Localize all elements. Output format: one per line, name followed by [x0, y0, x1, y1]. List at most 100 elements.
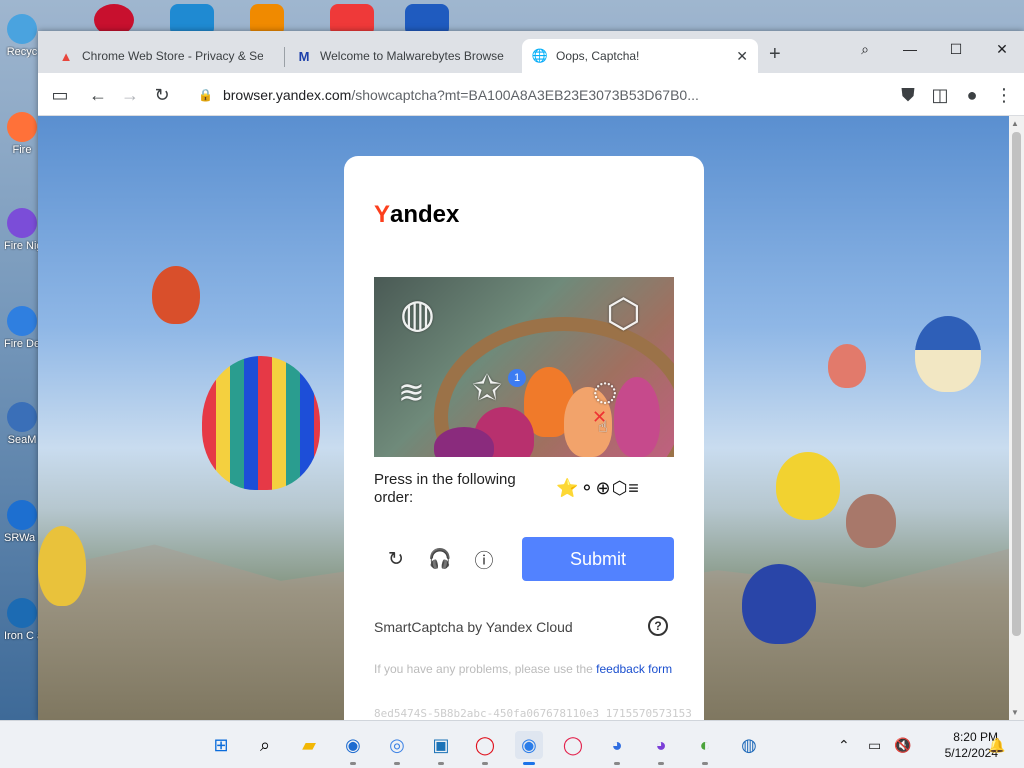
desktop-icon-label: SRWa (64-: [4, 532, 40, 544]
hand-cursor-icon: ☝: [598, 419, 608, 436]
cube-glyph[interactable]: ⬡: [606, 291, 641, 337]
desktop-icon-label: Iron C and B: [4, 630, 40, 642]
search-icon[interactable]: ⌕: [251, 731, 279, 759]
balloon: [846, 494, 896, 548]
desktop-icon[interactable]: Iron C and B: [4, 598, 40, 642]
menu-kebab-icon[interactable]: ⋮: [992, 83, 1016, 107]
balloon: [202, 356, 320, 490]
headphones-icon[interactable]: 🎧: [428, 547, 452, 571]
lock-icon: 🔒: [198, 88, 213, 102]
star-glyph[interactable]: ✩: [472, 367, 502, 409]
browser-window: ▲ Chrome Web Store - Privacy & Secu M We…: [38, 31, 1024, 720]
notification-bell-icon[interactable]: 🔔: [988, 721, 1005, 768]
tab-strip: ▲ Chrome Web Store - Privacy & Secu M We…: [38, 31, 1024, 73]
clock[interactable]: 8:20 PM 5/12/2024: [918, 729, 998, 761]
firefox-nightly-icon[interactable]: ◕: [647, 731, 675, 765]
scroll-down-arrow-icon[interactable]: ▼: [1011, 708, 1019, 717]
chrome-web-store-icon: ▲: [59, 48, 73, 64]
balloon: [776, 452, 840, 520]
yandex-logo: Yandex: [374, 201, 460, 228]
info-icon[interactable]: ⓘ: [472, 547, 496, 572]
opera-gx-icon[interactable]: ◯: [559, 731, 587, 759]
captcha-image[interactable]: ◍ ⬡ ≋ ✩ ◌ 1 ✕ ☝: [374, 277, 674, 457]
chromium-icon[interactable]: ◉: [339, 731, 367, 765]
url-path: /showcaptcha?mt=BA100A8A3EB23E3073B53D67…: [351, 87, 699, 103]
selection-number-badge: 1: [508, 369, 526, 387]
opera-icon[interactable]: ◯: [471, 731, 499, 765]
balloon: [38, 526, 86, 606]
split-view-icon[interactable]: ◫: [928, 83, 952, 107]
balloon: [742, 564, 816, 644]
back-button[interactable]: ←: [86, 83, 110, 107]
balloon: [152, 266, 200, 324]
shield-extension-icon[interactable]: ⛊: [896, 83, 920, 107]
minimize-button[interactable]: —: [888, 35, 932, 63]
new-tab-button[interactable]: +: [769, 43, 781, 66]
tray-chevron-icon[interactable]: ⌃: [838, 721, 850, 768]
desktop-icon-label: Recyc: [6, 46, 38, 58]
globe-glyph[interactable]: ◍: [400, 291, 435, 337]
address-bar[interactable]: 🔒 browser.yandex.com/showcaptcha?mt=BA10…: [198, 82, 898, 108]
desktop-app-icon: [7, 306, 37, 336]
browser-active-icon[interactable]: ◉: [515, 731, 543, 765]
tab-malwarebytes[interactable]: M Welcome to Malwarebytes Browser: [286, 39, 514, 73]
malwarebytes-icon: M: [298, 48, 310, 64]
firefox-icon[interactable]: ◕: [603, 731, 631, 765]
app-green-icon[interactable]: ◐: [691, 731, 719, 765]
desktop-icon-label: Fire Deve: [4, 338, 40, 350]
close-tab-icon[interactable]: ✕: [736, 48, 748, 65]
desktop-icon[interactable]: Fire Nigh: [4, 208, 40, 252]
order-instructions: Press in the following order:: [374, 471, 516, 506]
sidebar-icon[interactable]: ▭: [48, 83, 72, 107]
clock-time: 8:20 PM: [953, 730, 998, 744]
desktop-icon-label: Fire Nigh: [4, 240, 40, 252]
desktop-icon[interactable]: Fire: [4, 112, 40, 156]
tab-chrome-web-store[interactable]: ▲ Chrome Web Store - Privacy & Secu: [48, 39, 273, 73]
network-icon[interactable]: ▭: [868, 721, 881, 768]
feedback-form-link[interactable]: feedback form: [596, 662, 672, 676]
vertical-scrollbar[interactable]: ▲ ▼: [1009, 116, 1024, 720]
help-icon[interactable]: ?: [648, 616, 668, 636]
toolbar: ▭ ← → ↻ 🔒 browser.yandex.com/showcaptcha…: [38, 73, 1024, 116]
desktop-icon[interactable]: Recyc: [4, 14, 40, 58]
profile-avatar-icon[interactable]: ●: [960, 83, 984, 107]
desktop-icon[interactable]: Fire Deve: [4, 306, 40, 350]
submit-button[interactable]: Submit: [522, 537, 674, 581]
globe-icon: 🌐: [531, 48, 549, 63]
scroll-up-arrow-icon[interactable]: ▲: [1011, 119, 1019, 128]
page-viewport: Yandex ◍ ⬡ ≋ ✩ ◌ 1 ✕ ☝ Press in the foll…: [38, 116, 1009, 720]
reload-button[interactable]: ↻: [150, 83, 174, 107]
refresh-icon[interactable]: ↻: [384, 547, 408, 571]
file-explorer-icon[interactable]: ▰: [295, 731, 323, 759]
taskbar: ⊞ ⌕ ▰ ◉ ◎ ▣ ◯ ◉ ◯ ◕ ◕ ◐ ◍ ⌃ ▭ 🔇 8:20 PM …: [0, 720, 1024, 768]
globe-app-icon[interactable]: ◍: [735, 731, 763, 759]
smartcaptcha-label: SmartCaptcha by Yandex Cloud: [374, 619, 573, 635]
desktop-app-icon: [7, 500, 37, 530]
tab-title: Welcome to Malwarebytes Browser: [320, 49, 504, 63]
url-host: browser.yandex.com: [222, 87, 352, 103]
lines-glyph[interactable]: ≋: [398, 373, 425, 411]
search-tabs-icon[interactable]: ⌕: [843, 35, 887, 63]
request-hash: 8ed5474S-5B8b2abc-450fa067678110e3 17155…: [374, 707, 692, 720]
app-m-icon[interactable]: ▣: [427, 731, 455, 765]
problems-text: If you have any problems, please use the…: [374, 662, 673, 676]
start-windows-icon[interactable]: ⊞: [207, 731, 235, 759]
volume-muted-icon[interactable]: 🔇: [894, 721, 911, 768]
desktop-app-icon: [7, 402, 37, 432]
forward-button[interactable]: →: [118, 83, 142, 107]
chrome-blue-icon[interactable]: ◎: [383, 731, 411, 765]
desktop-icon[interactable]: SeaM: [4, 402, 40, 446]
clock-date: 5/12/2024: [944, 746, 998, 760]
balloon: [828, 344, 866, 388]
desktop-app-icon: [7, 112, 37, 142]
scrollbar-thumb[interactable]: [1012, 132, 1021, 636]
captcha-card: Yandex ◍ ⬡ ≋ ✩ ◌ 1 ✕ ☝ Press in the foll…: [344, 156, 704, 720]
tab-captcha[interactable]: 🌐 Oops, Captcha! ✕: [522, 39, 758, 73]
desktop-icon-label: Fire: [12, 144, 32, 156]
tab-title: Oops, Captcha!: [556, 49, 640, 63]
close-window-button[interactable]: ✕: [980, 35, 1024, 63]
desktop-icon-label: SeaM: [7, 434, 37, 446]
desktop-icon[interactable]: SRWa (64-: [4, 500, 40, 544]
desktop-app-icon: [7, 14, 37, 44]
maximize-button[interactable]: ☐: [934, 35, 978, 63]
